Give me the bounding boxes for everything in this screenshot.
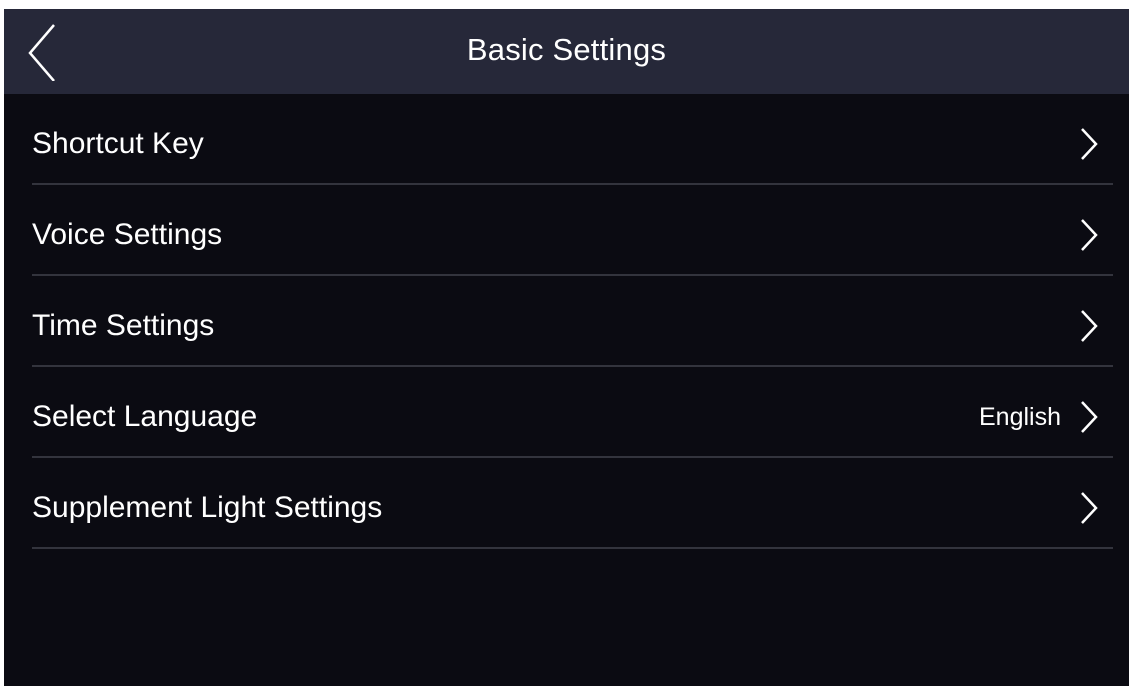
menu-item-label: Time Settings: [32, 309, 215, 342]
menu-item-select-language[interactable]: Select Language English: [32, 367, 1113, 458]
chevron-right-icon: [1079, 491, 1099, 525]
chevron-right-icon: [1079, 309, 1099, 343]
menu-item-time-settings[interactable]: Time Settings: [32, 276, 1113, 367]
chevron-right-icon: [1079, 127, 1099, 161]
menu-item-label: Supplement Light Settings: [32, 491, 383, 524]
menu-item-supplement-light-settings[interactable]: Supplement Light Settings: [32, 458, 1113, 549]
language-value: English: [979, 403, 1061, 431]
settings-menu: Shortcut Key Voice Settings Time Setting…: [4, 94, 1129, 549]
chevron-right-icon: [1079, 400, 1099, 434]
header-bar: Basic Settings: [4, 9, 1129, 94]
settings-screen: Basic Settings Shortcut Key Voice Settin…: [4, 9, 1129, 686]
menu-item-voice-settings[interactable]: Voice Settings: [32, 185, 1113, 276]
page-title: Basic Settings: [466, 32, 667, 67]
menu-item-shortcut-key[interactable]: Shortcut Key: [32, 94, 1113, 185]
menu-item-label: Voice Settings: [32, 218, 223, 251]
menu-item-label: Shortcut Key: [32, 127, 204, 160]
chevron-right-icon: [1079, 218, 1099, 252]
menu-item-label: Select Language: [32, 400, 258, 433]
